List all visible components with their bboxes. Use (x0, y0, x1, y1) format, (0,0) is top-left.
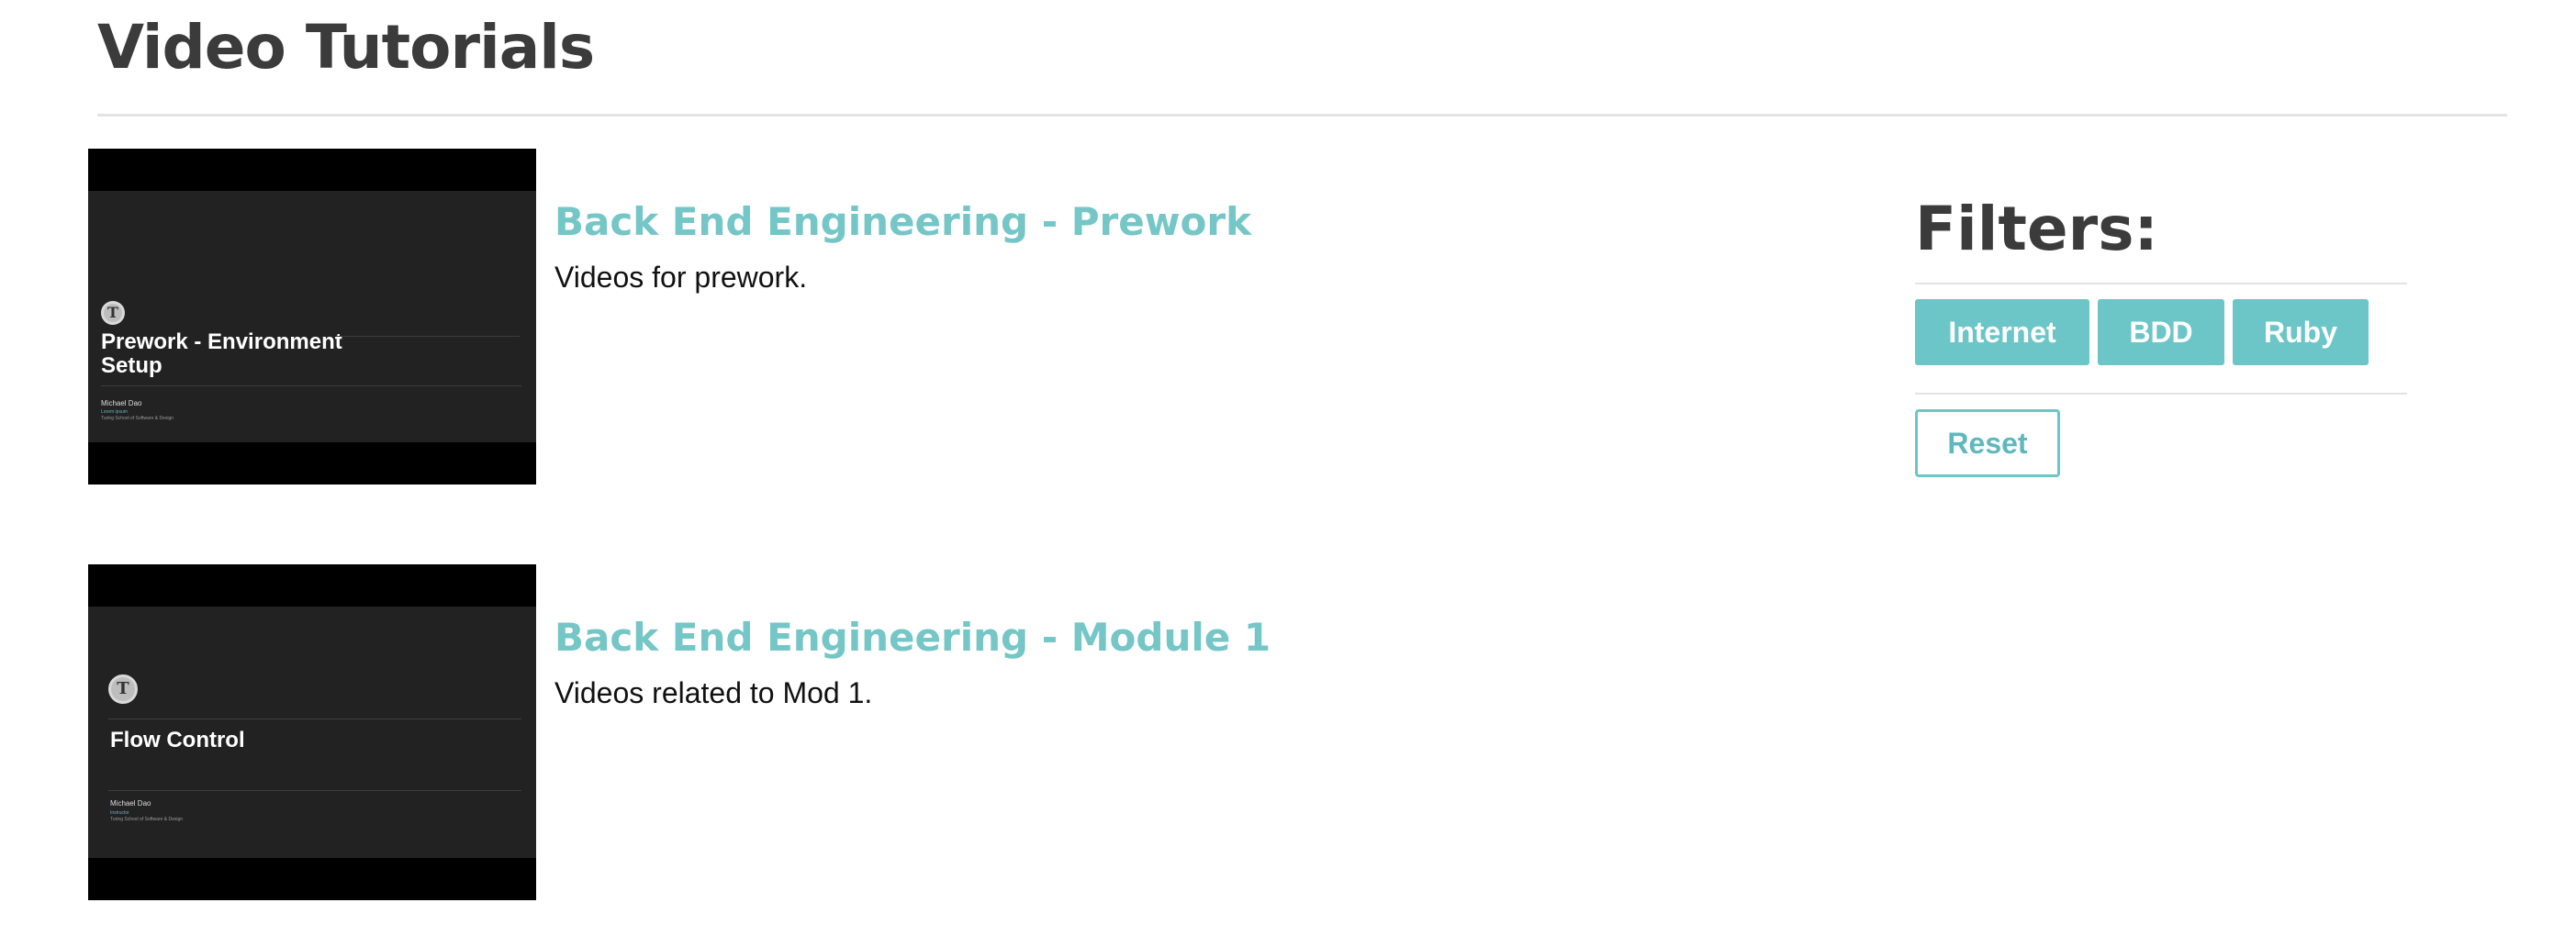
thumbnail-author: Michael Dao (101, 399, 142, 407)
filter-tag-list: Internet BDD Ruby (1915, 299, 2411, 365)
thumbnail-slide-title: Prework - Environment Setup (101, 330, 342, 378)
video-title-link[interactable]: Back End Engineering - Prework (554, 196, 1251, 248)
filter-tag-internet[interactable]: Internet (1915, 299, 2089, 365)
thumbnail-divider (336, 336, 520, 337)
video-info: Back End Engineering - Module 1 Videos r… (554, 612, 1271, 713)
turing-logo-icon: T (108, 674, 138, 704)
video-list-item: T Flow Control Michael Dao Instructor Tu… (88, 564, 1832, 900)
thumbnail-subline: Lorem ipsum (101, 409, 128, 415)
reset-button[interactable]: Reset (1915, 409, 2060, 477)
video-thumbnail[interactable]: T Flow Control Michael Dao Instructor Tu… (88, 564, 536, 900)
thumbnail-subline: Turing School of Software & Design (101, 416, 174, 421)
thumbnail-slide: T Prework - Environment Setup Michael Da… (88, 191, 536, 442)
thumbnail-slide: T Flow Control Michael Dao Instructor Tu… (88, 607, 536, 858)
title-divider (97, 114, 2507, 117)
filters-heading: Filters: (1915, 194, 2158, 264)
video-list-item: T Prework - Environment Setup Michael Da… (88, 149, 1832, 485)
thumbnail-slide-title: Flow Control (110, 728, 245, 752)
turing-logo-icon: T (101, 301, 125, 325)
video-thumbnail[interactable]: T Prework - Environment Setup Michael Da… (88, 149, 536, 485)
page-title: Video Tutorials (97, 12, 595, 83)
filter-tag-bdd[interactable]: BDD (2098, 299, 2224, 365)
thumbnail-divider (108, 790, 521, 791)
video-title-link[interactable]: Back End Engineering - Module 1 (554, 612, 1271, 663)
thumbnail-subline: Turing School of Software & Design (110, 817, 184, 822)
thumbnail-subline: Instructor (110, 810, 129, 816)
filters-divider (1915, 393, 2407, 395)
filter-tag-ruby[interactable]: Ruby (2233, 299, 2369, 365)
video-description: Videos for prework. (554, 261, 808, 294)
thumbnail-author: Michael Dao (110, 799, 151, 808)
video-info: Back End Engineering - Prework Videos fo… (554, 196, 1251, 297)
filters-panel: Filters: Internet BDD Ruby Reset (1915, 193, 2411, 477)
filters-divider (1915, 283, 2407, 284)
thumbnail-divider (101, 385, 521, 386)
video-description: Videos related to Mod 1. (554, 676, 873, 709)
